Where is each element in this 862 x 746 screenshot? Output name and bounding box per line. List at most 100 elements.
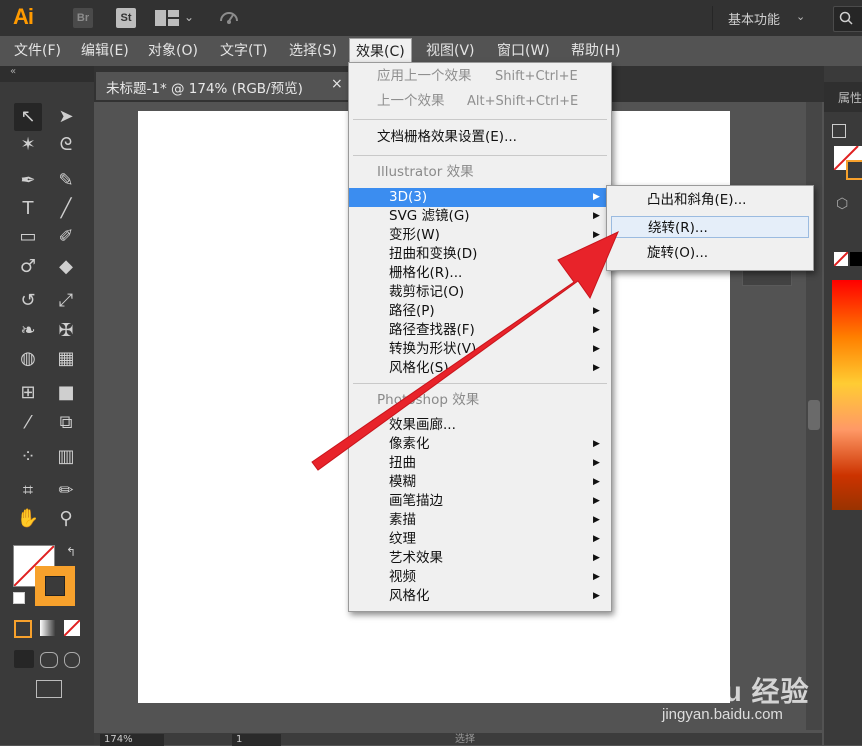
draw-inside-icon[interactable] [64, 652, 80, 668]
menu-item-blur[interactable]: 模糊 ▶ [349, 473, 611, 492]
panel-options-icon[interactable] [832, 124, 846, 138]
draw-behind-icon[interactable] [40, 652, 58, 668]
shape-builder-tool-icon[interactable]: ◍ [14, 345, 42, 373]
warp-tool-icon[interactable]: ❧ [14, 317, 42, 345]
menu-item-apply-last-effect[interactable]: 应用上一个效果 Shift+Ctrl+E [349, 67, 611, 86]
stock-icon[interactable]: St [116, 8, 136, 28]
magic-wand-tool-icon[interactable]: ✶ [14, 131, 42, 159]
menu-item-distort-transform[interactable]: 扭曲和变换(D) ▶ [349, 245, 611, 264]
column-graph-tool-icon[interactable]: ▥ [52, 443, 80, 471]
menu-item-sketch[interactable]: 素描 ▶ [349, 511, 611, 530]
menu-item-rasterize[interactable]: 栅格化(R)... [349, 264, 611, 283]
panel-stroke-swatch[interactable] [846, 160, 862, 180]
black-color-icon[interactable] [850, 252, 862, 266]
menu-item-brush-strokes[interactable]: 画笔描边 ▶ [349, 492, 611, 511]
scale-tool-icon[interactable]: ⤢ [52, 287, 80, 315]
workspace-switcher[interactable]: 基本功能 [728, 9, 780, 28]
menu-window[interactable]: 窗口(W) [491, 38, 556, 64]
menu-help[interactable]: 帮助(H) [565, 38, 626, 64]
none-mode-icon[interactable] [63, 619, 81, 637]
search-input[interactable] [833, 6, 862, 32]
chevron-down-icon[interactable]: ⌄ [184, 10, 194, 24]
menu-item-pixelate[interactable]: 像素化 ▶ [349, 435, 611, 454]
submenu-arrow-icon: ▶ [593, 249, 600, 259]
scrollbar-thumb[interactable] [808, 400, 820, 430]
menu-item-effect-gallery[interactable]: 效果画廊... [349, 416, 611, 435]
draw-normal-icon[interactable] [14, 650, 34, 668]
submenu-arrow-icon: ▶ [593, 325, 600, 335]
eyedropper-tool-icon[interactable]: ⁄ [14, 409, 42, 437]
tools-panel-header[interactable]: « [0, 66, 94, 82]
menu-item-crop-marks[interactable]: 裁剪标记(O) [349, 283, 611, 302]
menu-view[interactable]: 视图(V) [420, 38, 481, 64]
3d-cube-icon[interactable]: ⬡ [836, 196, 848, 212]
curvature-tool-icon[interactable]: ✎ [52, 167, 80, 195]
menu-edit[interactable]: 编辑(E) [75, 38, 135, 64]
menu-item-video[interactable]: 视频 ▶ [349, 568, 611, 587]
default-colors-icon[interactable] [13, 592, 25, 604]
menu-item-warp[interactable]: 变形(W) ▶ [349, 226, 611, 245]
zoom-tool-icon[interactable]: ⚲ [52, 505, 80, 533]
rotate-tool-icon[interactable]: ↺ [14, 287, 42, 315]
lasso-tool-icon[interactable]: ᘓ [52, 131, 80, 159]
menu-item-3d[interactable]: 3D(3) ▶ [349, 188, 611, 207]
status-mode-label[interactable]: 选择 [455, 734, 475, 746]
none-color-icon[interactable] [833, 251, 849, 267]
menu-item-pathfinder[interactable]: 路径查找器(F) ▶ [349, 321, 611, 340]
arrange-documents-icon[interactable] [155, 10, 181, 26]
menu-item-texture[interactable]: 纹理 ▶ [349, 530, 611, 549]
selection-tool-icon[interactable]: ↖ [14, 103, 42, 131]
gradient-tool-icon[interactable]: ■ [52, 379, 80, 407]
menu-item-convert-to-shape[interactable]: 转换为形状(V) ▶ [349, 340, 611, 359]
menu-item-raster-effects-settings[interactable]: 文档栅格效果设置(E)... [349, 128, 611, 147]
submenu-item-rotate[interactable]: 旋转(O)... [611, 242, 809, 264]
rectangle-tool-icon[interactable]: ▭ [14, 223, 42, 251]
puppet-warp-tool-icon[interactable]: ✠ [52, 317, 80, 345]
menu-object[interactable]: 对象(O) [142, 38, 204, 64]
line-tool-icon[interactable]: ╱ [52, 195, 80, 223]
menu-item-svg-filters[interactable]: SVG 滤镜(G) ▶ [349, 207, 611, 226]
menu-file[interactable]: 文件(F) [8, 38, 67, 64]
menu-item-path[interactable]: 路径(P) ▶ [349, 302, 611, 321]
shaper-tool-icon[interactable]: ♂ [14, 253, 42, 281]
artboard-number-field[interactable]: 1 [232, 734, 281, 746]
document-tab-label[interactable]: 未标题-1* @ 174% (RGB/预览) [106, 77, 303, 97]
eraser-tool-icon[interactable]: ◆ [52, 253, 80, 281]
submenu-arrow-icon: ▶ [593, 591, 600, 601]
menu-type[interactable]: 文字(T) [214, 38, 273, 64]
menu-item-artistic[interactable]: 艺术效果 ▶ [349, 549, 611, 568]
perspective-grid-tool-icon[interactable]: ▦ [52, 345, 80, 373]
menu-item-label: 扭曲 [389, 455, 416, 471]
hand-tool-icon[interactable]: ✋ [14, 505, 42, 533]
properties-panel-title[interactable]: 属性 [838, 89, 862, 106]
menu-item-distort[interactable]: 扭曲 ▶ [349, 454, 611, 473]
type-tool-icon[interactable]: T [14, 195, 42, 223]
color-spectrum[interactable] [832, 280, 862, 510]
swap-fill-stroke-icon[interactable]: ↰ [66, 545, 76, 559]
gradient-mode-icon[interactable] [40, 620, 56, 636]
color-mode-icon[interactable] [14, 620, 32, 638]
paintbrush-tool-icon[interactable]: ✐ [52, 223, 80, 251]
submenu-arrow-icon: ▶ [593, 230, 600, 240]
stroke-swatch[interactable] [35, 566, 75, 606]
zoom-level-field[interactable]: 174% [100, 734, 164, 746]
screen-mode-icon[interactable] [36, 680, 62, 698]
pen-tool-icon[interactable]: ✒ [14, 167, 42, 195]
blend-tool-icon[interactable]: ⧉ [52, 409, 80, 437]
close-tab-icon[interactable]: × [331, 76, 343, 92]
submenu-item-revolve[interactable]: 绕转(R)... [611, 216, 809, 238]
symbol-sprayer-tool-icon[interactable]: ⁘ [14, 443, 42, 471]
submenu-item-extrude-bevel[interactable]: 凸出和斜角(E)... [611, 189, 809, 211]
menu-item-stylize-photoshop[interactable]: 风格化 ▶ [349, 587, 611, 606]
mesh-tool-icon[interactable]: ⊞ [14, 379, 42, 407]
slice-tool-icon[interactable]: ✏ [52, 477, 80, 505]
direct-selection-tool-icon[interactable]: ➤ [52, 103, 80, 131]
menu-effect[interactable]: 效果(C) [349, 38, 412, 65]
chevron-down-icon[interactable]: ⌄ [796, 10, 805, 23]
artboard-tool-icon[interactable]: ⌗ [14, 477, 42, 505]
bridge-icon[interactable]: Br [73, 8, 93, 28]
menu-item-stylize-illustrator[interactable]: 风格化(S) ▶ [349, 359, 611, 378]
sync-icon[interactable] [218, 7, 240, 29]
menu-item-last-effect[interactable]: 上一个效果 Alt+Shift+Ctrl+E [349, 92, 611, 111]
menu-select[interactable]: 选择(S) [283, 38, 343, 64]
